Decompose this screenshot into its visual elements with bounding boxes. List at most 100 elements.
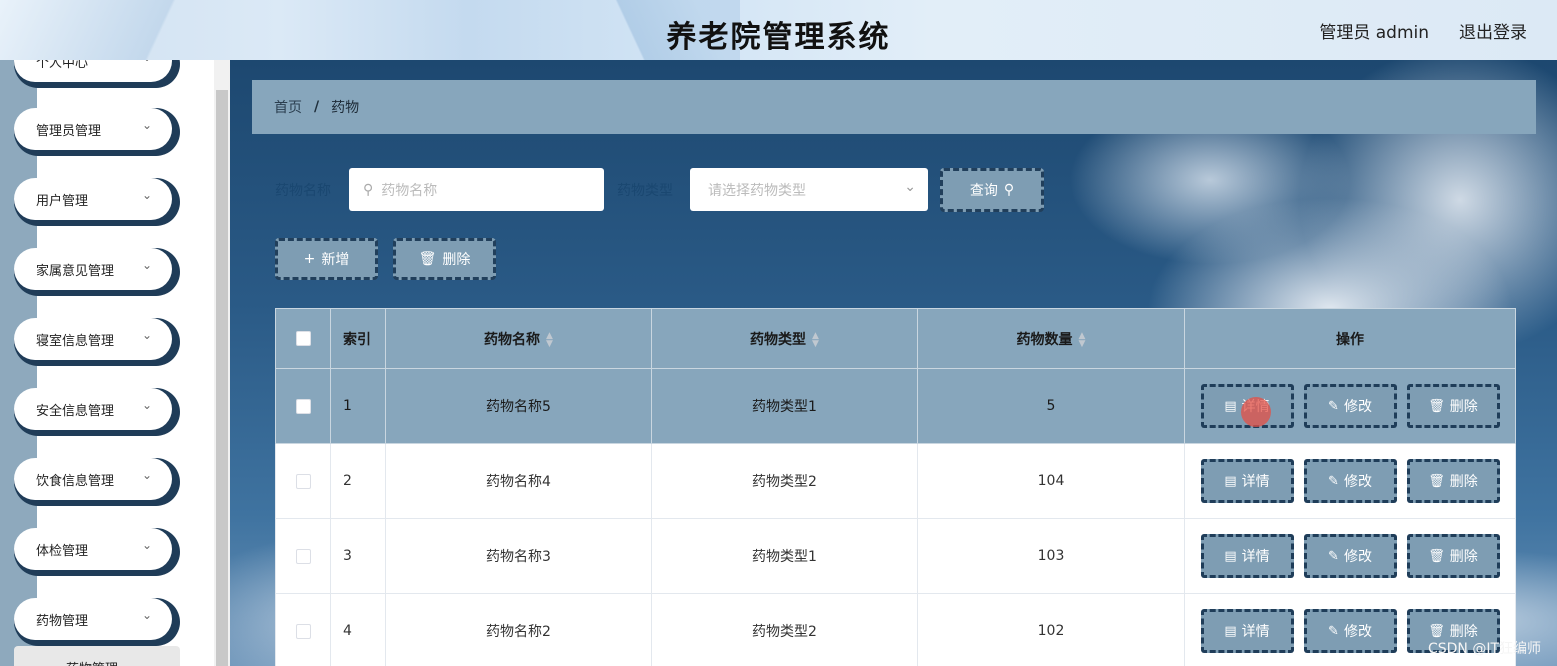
row-index: 2: [330, 443, 386, 519]
pencil-icon: ✎: [1328, 623, 1339, 639]
medicine-type-select[interactable]: 请选择药物类型 ⌄: [690, 168, 928, 211]
table-row[interactable]: 3 药物名称3 药物类型1 103 ▤ 详情 ✎ 修改 🗑 删除: [275, 518, 1516, 594]
sidebar-item-safety[interactable]: 安全信息管理 ⌄: [14, 388, 180, 436]
sort-icon[interactable]: ▲ ▼: [1079, 331, 1086, 348]
row-checkbox[interactable]: [295, 473, 311, 489]
search-icon: ⚲: [1003, 182, 1015, 198]
detail-button[interactable]: ▤详情: [1200, 609, 1294, 653]
logout-link[interactable]: 退出登录: [1459, 18, 1527, 43]
watermark: CSDN @IT狂编师: [1427, 641, 1541, 657]
detail-label: 详情: [1241, 474, 1270, 490]
sidebar-item-label: 饮食信息管理: [36, 473, 115, 489]
table-row[interactable]: 1 药物名称5 药物类型1 5 ▤详情 ✎修改 🗑删除: [275, 368, 1516, 444]
trash-icon: 🗑: [1428, 398, 1445, 414]
sidebar-item-label: 用户管理: [36, 193, 89, 209]
edit-button[interactable]: ✎ 修改: [1303, 609, 1397, 653]
column-header-index: 索引: [330, 308, 386, 369]
row-name: 药物名称3: [385, 518, 652, 594]
document-icon: ▤: [1224, 398, 1237, 414]
sidebar-item-label: 家属意见管理: [36, 263, 115, 279]
column-header-label: 药物名称: [484, 331, 541, 348]
pencil-icon: ✎: [1328, 548, 1339, 564]
sidebar-item-medicine[interactable]: 药物管理 ⌄: [14, 598, 180, 646]
trash-icon: 🗑: [1428, 623, 1445, 639]
detail-label: 详情: [1241, 624, 1270, 640]
row-checkbox[interactable]: [295, 548, 311, 564]
row-index: 4: [330, 593, 386, 666]
table-row[interactable]: 2 药物名称4 药物类型2 104 ▤ 详情 ✎ 修改 🗑 删除: [275, 443, 1516, 519]
edit-label: 修改: [1343, 474, 1372, 490]
sidebar-item-label: 药物管理: [36, 613, 89, 629]
sidebar-item-personal-center[interactable]: 个人中心 ⌄: [14, 60, 180, 88]
edit-button[interactable]: ✎ 修改: [1303, 459, 1397, 503]
trash-icon: 🗑: [1428, 548, 1445, 564]
row-checkbox[interactable]: [295, 623, 311, 639]
chevron-down-icon: ⌄: [142, 60, 152, 64]
current-user: 管理员 admin: [1319, 23, 1429, 43]
sidebar-subitem-medicine[interactable]: 药物管理: [14, 646, 180, 666]
sidebar-item-admin[interactable]: 管理员管理 ⌄: [14, 108, 180, 156]
pencil-icon: ✎: [1328, 398, 1339, 414]
column-header-qty[interactable]: 药物数量 ▲ ▼: [917, 308, 1185, 369]
breadcrumb-home[interactable]: 首页: [274, 97, 302, 117]
delete-label: 删除: [1449, 474, 1478, 490]
sidebar-item-checkup[interactable]: 体检管理 ⌄: [14, 528, 180, 576]
medicine-name-input[interactable]: ⚲ 药物名称: [349, 168, 604, 211]
select-all-checkbox[interactable]: [295, 331, 311, 346]
sidebar-item-users[interactable]: 用户管理 ⌄: [14, 178, 180, 226]
row-name: 药物名称2: [385, 593, 652, 666]
sidebar-item-family-feedback[interactable]: 家属意见管理 ⌄: [14, 248, 180, 296]
select-all-cell: [275, 308, 331, 369]
chevron-down-icon: ⌄: [904, 179, 916, 195]
edit-label: 修改: [1343, 399, 1372, 415]
medicine-name-placeholder: 药物名称: [381, 182, 438, 199]
delete-button[interactable]: 🗑 删除: [1406, 534, 1500, 578]
row-qty: 102: [917, 593, 1185, 666]
table-row[interactable]: 4 药物名称2 药物类型2 102 ▤ 详情 ✎ 修改 🗑 删除: [275, 593, 1516, 666]
edit-button[interactable]: ✎ 修改: [1303, 534, 1397, 578]
sidebar-item-label: 体检管理: [36, 543, 89, 559]
medicine-type-placeholder: 请选择药物类型: [708, 182, 806, 199]
column-header-name[interactable]: 药物名称 ▲ ▼: [385, 308, 652, 369]
sidebar-item-diet[interactable]: 饮食信息管理 ⌄: [14, 458, 180, 506]
query-button-label: 查询: [969, 183, 998, 199]
row-ops: ▤详情 ✎修改 🗑删除: [1184, 518, 1516, 594]
main-content: 首页 / 药物 药物名称 ⚲ 药物名称 药物类型 请选择药物类型 ⌄ 查询 ⚲ …: [230, 60, 1557, 666]
delete-button[interactable]: 🗑 删除: [1406, 459, 1500, 503]
sidebar-item-label: 寝室信息管理: [36, 333, 115, 349]
detail-button[interactable]: ▤详情: [1200, 534, 1294, 578]
name-search-label: 药物名称: [275, 183, 331, 199]
column-header-label: 药物类型: [750, 331, 807, 348]
sidebar-item-dormitory[interactable]: 寝室信息管理 ⌄: [14, 318, 180, 366]
chevron-down-icon: ⌄: [141, 328, 152, 342]
row-qty: 5: [917, 368, 1185, 444]
column-header-label: 药物数量: [1016, 331, 1073, 348]
row-index: 1: [330, 368, 386, 444]
sidebar-item-label: 管理员管理: [36, 123, 102, 139]
row-name: 药物名称4: [385, 443, 652, 519]
row-ops: ▤详情 ✎修改 🗑删除: [1184, 368, 1516, 444]
chevron-down-icon: ⌄: [141, 608, 152, 622]
column-header-ops: 操作: [1184, 308, 1516, 369]
detail-button[interactable]: ▤详情: [1200, 459, 1294, 503]
sidebar-scrollbar-thumb[interactable]: [216, 90, 228, 666]
row-checkbox[interactable]: [295, 398, 311, 414]
chevron-down-icon: ⌄: [141, 258, 152, 272]
delete-button[interactable]: 🗑 删除: [1406, 384, 1500, 428]
query-button[interactable]: 查询 ⚲: [940, 168, 1044, 212]
add-button[interactable]: + 新增: [275, 238, 378, 280]
search-icon: ⚲: [363, 181, 374, 198]
breadcrumb-separator: /: [314, 99, 320, 115]
row-select-cell: [275, 443, 331, 519]
batch-delete-button[interactable]: 🗑 删除: [393, 238, 496, 280]
edit-button[interactable]: ✎ 修改: [1303, 384, 1397, 428]
sort-icon[interactable]: ▲ ▼: [546, 331, 553, 348]
document-icon: ▤: [1224, 623, 1237, 639]
edit-label: 修改: [1343, 549, 1372, 565]
document-icon: ▤: [1224, 473, 1237, 489]
row-type: 药物类型1: [651, 518, 918, 594]
sort-icon[interactable]: ▲ ▼: [812, 331, 819, 348]
column-header-type[interactable]: 药物类型 ▲ ▼: [651, 308, 918, 369]
trash-icon: 🗑: [418, 251, 437, 267]
row-select-cell: [275, 518, 331, 594]
